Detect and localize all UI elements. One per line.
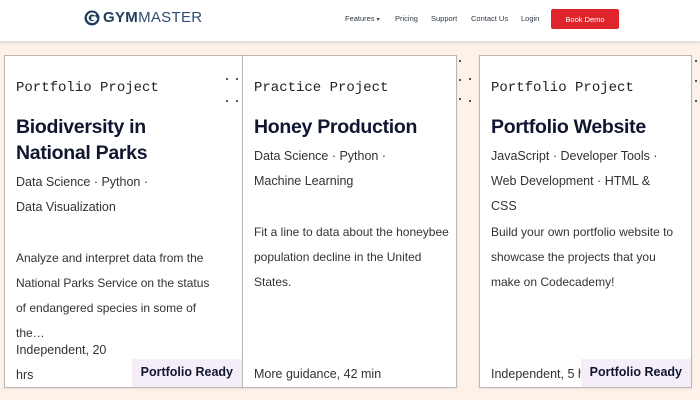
dot: [695, 60, 697, 62]
logo-gym-text: GYM: [103, 9, 139, 26]
card-eyebrow: Portfolio Project: [16, 80, 159, 96]
card-meta: Independent, 20 hrs: [16, 343, 107, 382]
dot: [695, 100, 697, 102]
card-tags: Data Science · Python · Machine Learning: [254, 149, 387, 188]
logo-wordmark: GYMMASTER: [103, 9, 202, 26]
card-title[interactable]: Portfolio Website: [491, 114, 691, 140]
nav-features-link[interactable]: Features ▾: [345, 14, 380, 23]
dot: [236, 78, 238, 80]
dot-separator: [236, 78, 240, 108]
dot: [469, 100, 471, 102]
logo-master-text: MASTER: [138, 9, 203, 26]
card-meta: More guidance, 42 min: [254, 367, 382, 381]
nav-login-link[interactable]: Login: [521, 14, 539, 23]
dot: [236, 100, 238, 102]
dot-separator: [226, 78, 230, 108]
dot: [459, 79, 461, 81]
gymmaster-g-icon: [84, 10, 100, 25]
card-eyebrow: Portfolio Project: [491, 80, 634, 96]
card-title[interactable]: Honey Production: [254, 114, 454, 140]
project-card[interactable]: Practice Project Honey Production Data S…: [242, 55, 457, 388]
card-meta: Independent, 5 hrs: [491, 367, 596, 381]
gymmaster-logo[interactable]: GYMMASTER: [84, 9, 202, 26]
card-description: Analyze and interpret data from the Nati…: [16, 251, 210, 340]
portfolio-ready-badge: Portfolio Ready: [131, 359, 242, 387]
book-demo-button[interactable]: Book Demo: [551, 9, 619, 29]
right-edge-dots: [695, 55, 698, 375]
dot-separator: [469, 78, 473, 108]
card-description: Fit a line to data about the honeybee po…: [254, 225, 449, 289]
nav-support-link[interactable]: Support: [431, 14, 457, 23]
card-description: Build your own portfolio website to show…: [491, 225, 674, 289]
portfolio-ready-badge: Portfolio Ready: [580, 359, 691, 387]
card-tags: JavaScript · Developer Tools · Web Devel…: [491, 149, 658, 213]
dot: [226, 100, 228, 102]
card-title[interactable]: Biodiversity in National Parks: [16, 114, 216, 166]
dot-separator: [459, 60, 463, 100]
top-navbar: GYMMASTER Features ▾ Pricing Support Cont…: [0, 0, 700, 42]
card-eyebrow: Practice Project: [254, 80, 389, 96]
dot: [695, 80, 697, 82]
nav-pricing-link[interactable]: Pricing: [395, 14, 418, 23]
project-card[interactable]: Portfolio Project Biodiversity in Nation…: [4, 55, 243, 388]
card-tags: Data Science · Python · Data Visualizati…: [16, 175, 149, 214]
nav-features-label: Features: [345, 14, 375, 23]
dot: [459, 60, 461, 62]
nav-contact-link[interactable]: Contact Us: [471, 14, 508, 23]
chevron-down-icon: ▾: [376, 17, 380, 23]
project-card[interactable]: Portfolio Project Portfolio Website Java…: [479, 55, 692, 388]
dot: [469, 78, 471, 80]
dot: [459, 98, 461, 100]
dot: [226, 78, 228, 80]
